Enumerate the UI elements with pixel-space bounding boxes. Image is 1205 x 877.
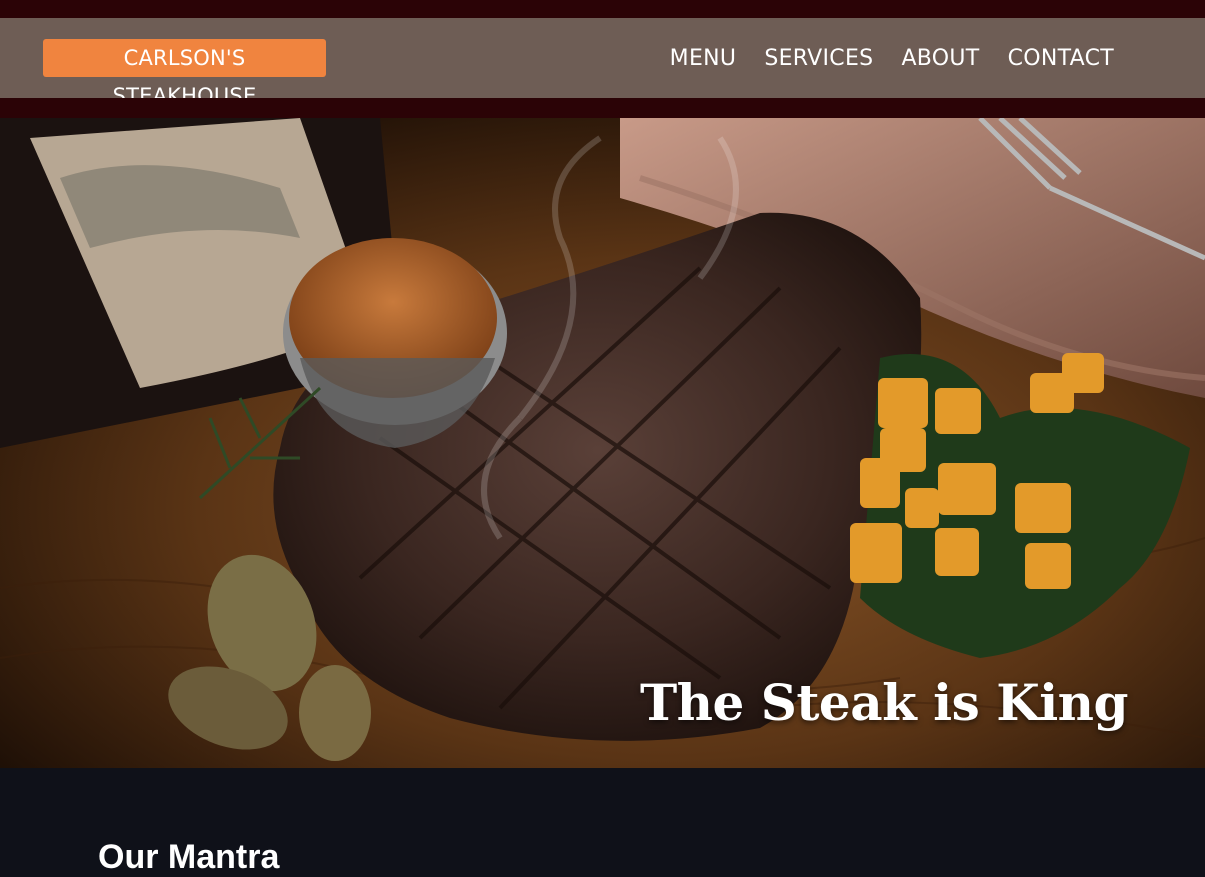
main-nav: MENU SERVICES ABOUT CONTACT [670, 18, 1114, 98]
hero-banner: The Steak is King [0, 118, 1205, 768]
hero-steak-image [0, 118, 1205, 768]
nav-about-link[interactable]: ABOUT [901, 46, 979, 71]
nav-menu-link[interactable]: MENU [670, 46, 737, 71]
brand-logo-link[interactable]: CARLSON'S STEAKHOUSE [43, 39, 326, 108]
header-bottom-band [0, 98, 1205, 118]
nav-contact-link[interactable]: CONTACT [1008, 46, 1114, 71]
section-heading: Our Mantra [98, 838, 280, 876]
nav-services-link[interactable]: SERVICES [764, 46, 873, 71]
hero-title: The Steak is King [639, 673, 1129, 732]
navbar: CARLSON'S STEAKHOUSE MENU SERVICES ABOUT… [0, 18, 1205, 108]
header-top-band [0, 0, 1205, 18]
